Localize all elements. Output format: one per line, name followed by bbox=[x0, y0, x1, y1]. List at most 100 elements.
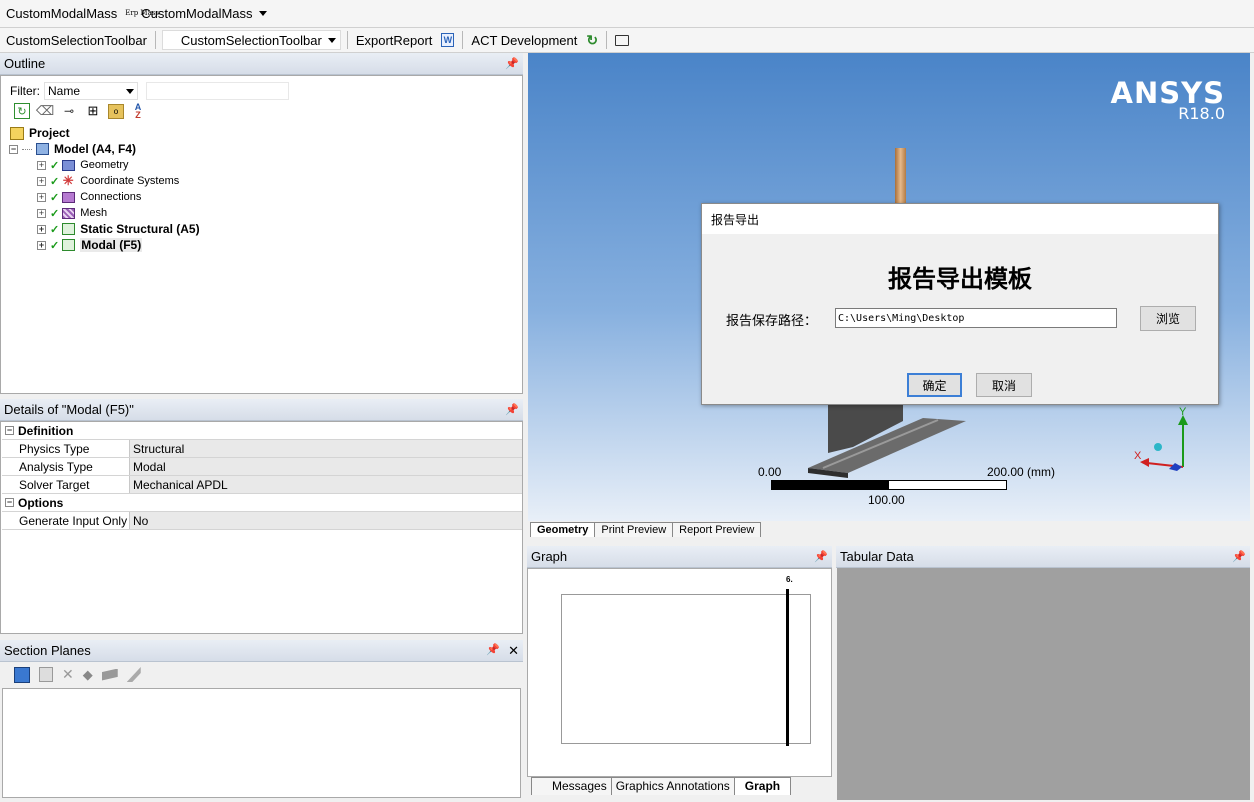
pin-icon[interactable]: 📌 bbox=[1232, 550, 1246, 563]
tab-geometry[interactable]: Geometry bbox=[530, 522, 596, 537]
tree-item-modal[interactable]: + ✓ Modal (F5) bbox=[37, 237, 143, 253]
tree-item-connections[interactable]: + ✓ Connections bbox=[37, 189, 141, 205]
tree-item-project[interactable]: Project bbox=[9, 125, 70, 141]
collapse-icon[interactable]: − bbox=[5, 498, 14, 507]
tab-graph[interactable]: Graph bbox=[733, 777, 792, 795]
details-section-options[interactable]: − Options bbox=[2, 494, 522, 512]
details-row-value: No bbox=[130, 512, 522, 529]
ok-button[interactable]: 确定 bbox=[907, 373, 962, 397]
custom-modal-mass-label[interactable]: CustomModalMass bbox=[0, 0, 123, 27]
tree-item-geometry[interactable]: + ✓ Geometry bbox=[37, 157, 129, 173]
filter-search-input[interactable] bbox=[146, 82, 289, 100]
details-row-solver-target[interactable]: Solver Target Mechanical APDL bbox=[2, 476, 522, 494]
model-bracket[interactable] bbox=[803, 403, 973, 478]
details-row-value: Mechanical APDL bbox=[130, 476, 522, 493]
details-grid: − Definition Physics Type Structural Ana… bbox=[2, 422, 522, 530]
checkmark-icon: ✓ bbox=[50, 159, 60, 172]
path-input[interactable]: C:\Users\Ming\Desktop bbox=[835, 308, 1117, 328]
frequency-marker[interactable] bbox=[786, 589, 789, 746]
section-planes-title: Section Planes bbox=[4, 643, 91, 658]
capping-icon[interactable] bbox=[101, 668, 118, 681]
tab-report-preview[interactable]: Report Preview bbox=[672, 522, 762, 537]
tree-item-label: Geometry bbox=[80, 159, 129, 171]
scale-bar bbox=[771, 480, 1007, 490]
folder-icon[interactable]: o bbox=[108, 103, 124, 119]
expand-icon[interactable]: + bbox=[37, 192, 46, 202]
pin-icon[interactable]: 📌 bbox=[814, 550, 828, 563]
details-row-name: Physics Type bbox=[16, 440, 130, 457]
tab-graphics-annotations[interactable]: Graphics Annotations bbox=[610, 777, 735, 795]
collapse-icon[interactable]: − bbox=[5, 426, 14, 435]
sort-alpha-icon[interactable]: AZ bbox=[131, 103, 145, 120]
graph-panel: 6. bbox=[527, 568, 832, 777]
details-section-definition[interactable]: − Definition bbox=[2, 422, 522, 440]
cancel-button[interactable]: 取消 bbox=[976, 373, 1032, 397]
chevron-down-icon[interactable] bbox=[258, 11, 267, 16]
model-cube-icon bbox=[34, 142, 50, 156]
act-development-button[interactable]: ACT Development ↻ bbox=[465, 28, 604, 52]
filter-type-dropdown[interactable]: Name bbox=[44, 82, 138, 100]
tabular-data-title: Tabular Data bbox=[840, 549, 914, 564]
expand-icon[interactable]: + bbox=[37, 160, 46, 170]
close-icon[interactable]: ✕ bbox=[508, 643, 519, 659]
custom-selection-toolbar-value: CustomSelectionToolbar bbox=[180, 32, 322, 48]
browse-button[interactable]: 浏览 bbox=[1140, 306, 1196, 331]
tab-messages[interactable]: Messages bbox=[531, 777, 612, 795]
outline-filter-bar: Filter: Name bbox=[10, 82, 289, 100]
graph-plot-area[interactable] bbox=[561, 594, 811, 744]
path-label: 报告保存路径： bbox=[726, 313, 818, 328]
pin-icon[interactable]: 📌 bbox=[505, 57, 519, 70]
model-rod[interactable] bbox=[895, 148, 906, 208]
filter-type-value: Name bbox=[48, 84, 81, 98]
chevron-down-icon bbox=[327, 37, 336, 43]
expand-icon[interactable]: + bbox=[37, 224, 46, 234]
tree-item-coordinate-systems[interactable]: + ✓ ✳ Coordinate Systems bbox=[37, 173, 179, 189]
export-report-button[interactable]: ExportReport W bbox=[350, 28, 461, 52]
section-planes-list[interactable] bbox=[2, 688, 521, 798]
edit-plane-icon[interactable] bbox=[126, 667, 141, 682]
tree-item-model[interactable]: − Model (A4, F4) bbox=[9, 141, 136, 157]
tree-item-label: Connections bbox=[80, 191, 142, 203]
checkmark-icon: ✓ bbox=[50, 239, 60, 252]
tab-print-preview[interactable]: Print Preview bbox=[594, 522, 674, 537]
tree-item-label: Model (A4, F4) bbox=[54, 142, 137, 156]
toolbar-separator bbox=[462, 31, 464, 49]
custom-selection-toolbar-label[interactable]: CustomSelectionToolbar bbox=[0, 28, 153, 52]
refresh-icon[interactable]: ↻ bbox=[586, 32, 598, 49]
details-title: Details of "Modal (F5)" bbox=[4, 402, 134, 417]
expand-icon[interactable]: + bbox=[37, 208, 46, 218]
modal-analysis-icon bbox=[60, 238, 76, 252]
custom-selection-toolbar-dropdown[interactable]: CustomSelectionToolbar bbox=[161, 30, 341, 50]
expand-icon[interactable]: + bbox=[37, 176, 46, 186]
tabular-data-panel bbox=[837, 568, 1250, 800]
details-row-physics-type[interactable]: Physics Type Structural bbox=[2, 440, 522, 458]
refresh-icon[interactable]: ↻ bbox=[14, 103, 30, 119]
pin-icon[interactable]: 📌 bbox=[486, 643, 500, 659]
expand-icon[interactable]: + bbox=[37, 240, 46, 250]
pin-icon[interactable]: 📌 bbox=[505, 403, 519, 416]
details-section-label: Definition bbox=[18, 422, 522, 439]
bottom-tabs: Messages Graphics Annotations Graph bbox=[531, 777, 792, 795]
tree-item-mesh[interactable]: + ✓ Mesh bbox=[37, 205, 107, 221]
show-plane-icon[interactable]: ◆ bbox=[83, 667, 93, 683]
tree-item-static-structural[interactable]: + ✓ Static Structural (A5) bbox=[37, 221, 200, 237]
details-row-generate-input-only[interactable]: Generate Input Only No bbox=[2, 512, 522, 530]
copy-icon[interactable] bbox=[39, 667, 53, 682]
delete-icon[interactable]: ✕ bbox=[62, 666, 74, 683]
new-section-plane-icon[interactable] bbox=[14, 666, 30, 683]
custom-modal-mass-button[interactable]: Erp Mass CustomModalMass bbox=[123, 0, 272, 27]
details-row-value: Structural bbox=[130, 440, 522, 457]
comment-button[interactable] bbox=[609, 28, 635, 52]
tree-item-label: Coordinate Systems bbox=[80, 175, 180, 187]
act-development-label: ACT Development bbox=[471, 32, 578, 48]
eraser-icon[interactable]: ⌫ bbox=[36, 103, 54, 119]
chevron-down-icon bbox=[126, 88, 134, 94]
details-row-value: Modal bbox=[130, 458, 522, 475]
connections-icon bbox=[60, 190, 76, 204]
details-row-analysis-type[interactable]: Analysis Type Modal bbox=[2, 458, 522, 476]
tree-node-icon[interactable]: ⊸ bbox=[60, 103, 78, 119]
collapse-icon[interactable]: − bbox=[9, 144, 18, 154]
expand-all-icon[interactable]: ⊞ bbox=[85, 103, 101, 119]
dialog-title-bar[interactable]: 报告导出 bbox=[702, 204, 1218, 234]
toolbar-separator bbox=[154, 31, 156, 49]
